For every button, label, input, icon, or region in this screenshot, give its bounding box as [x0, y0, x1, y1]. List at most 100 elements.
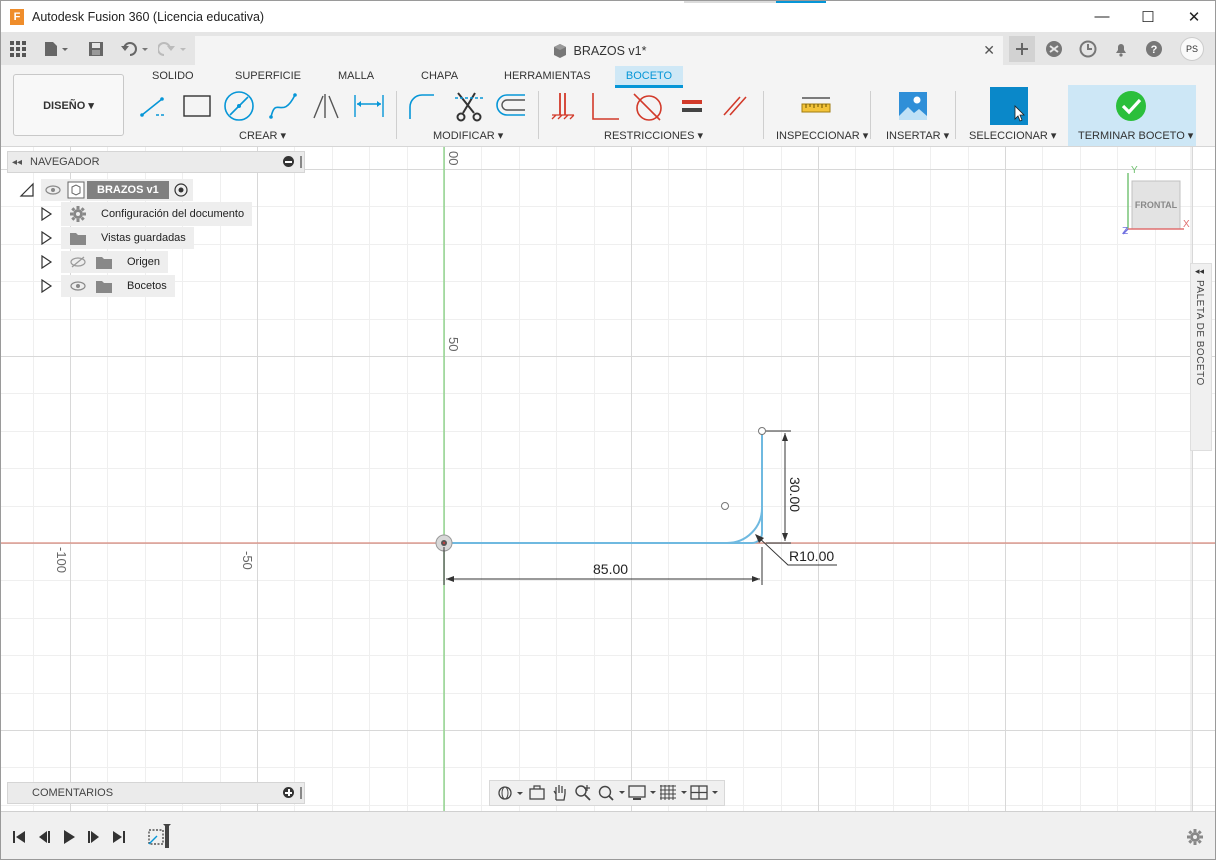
collapse-panel-icon[interactable]: ◂◂ — [12, 157, 22, 168]
finish-sketch-check-icon[interactable] — [1115, 89, 1147, 123]
dimension-horizontal[interactable]: 85.00 — [593, 561, 628, 577]
step-back-icon[interactable] — [34, 827, 54, 847]
visibility-eye-icon[interactable] — [45, 182, 61, 198]
grid-settings-icon[interactable] — [658, 783, 688, 803]
sketch-dimension-icon[interactable] — [353, 89, 385, 123]
help-icon[interactable]: ? — [1143, 38, 1165, 60]
maximize-button[interactable]: ☐ — [1125, 1, 1171, 32]
navigator-item-sketches[interactable]: Bocetos — [39, 275, 175, 297]
undo-icon[interactable] — [119, 38, 151, 60]
navigation-toolbar — [489, 780, 725, 806]
seleccionar-group-label[interactable]: SELECCIONAR ▾ — [969, 129, 1056, 142]
save-icon[interactable] — [85, 38, 107, 60]
apps-grid-icon[interactable] — [7, 38, 29, 60]
visibility-eye-icon[interactable] — [69, 278, 87, 294]
navigator-title: NAVEGADOR — [30, 156, 100, 168]
zoom-window-icon[interactable] — [596, 783, 626, 803]
tab-chapa[interactable]: CHAPA — [413, 66, 466, 88]
workspace-switcher-button[interactable]: DISEÑO ▾ — [13, 74, 124, 136]
inspeccionar-group-label[interactable]: INSPECCIONAR ▾ — [776, 129, 868, 142]
terminar-boceto-label[interactable]: TERMINAR BOCETO ▾ — [1078, 129, 1193, 142]
fillet-tool-icon[interactable] — [406, 89, 438, 123]
title-bar: F Autodesk Fusion 360 (Licencia educativ… — [1, 1, 1215, 32]
view-cube[interactable]: FRONTAL Y X Z — [1120, 165, 1196, 239]
new-tab-icon[interactable] — [1009, 36, 1035, 62]
navigator-root-label[interactable]: BRAZOS v1 — [87, 181, 169, 199]
fix-constraint-icon[interactable] — [547, 89, 579, 123]
expand-triangle-icon[interactable] — [39, 255, 53, 269]
sketch-endpoint — [758, 427, 766, 435]
minimize-button[interactable]: — — [1079, 1, 1125, 32]
navigator-root-row[interactable]: BRAZOS v1 — [19, 179, 193, 201]
tab-superficie[interactable]: SUPERFICIE — [227, 66, 309, 88]
viewports-icon[interactable] — [689, 783, 719, 803]
expand-palette-icon[interactable]: ◂◂ — [1195, 266, 1204, 277]
timeline-settings-gear-icon[interactable] — [1185, 827, 1205, 847]
sketch-palette-tab[interactable]: ◂◂ PALETA DE BOCETO — [1190, 263, 1212, 451]
timeline-sketch-feature-icon[interactable] — [145, 822, 173, 850]
axis-x-label: X — [1183, 219, 1190, 230]
user-avatar[interactable]: PS — [1180, 37, 1204, 61]
fusion-logo-icon: F — [10, 8, 24, 25]
modificar-group-label[interactable]: MODIFICAR ▾ — [433, 129, 503, 142]
redo-icon[interactable] — [157, 38, 189, 60]
play-icon[interactable] — [59, 827, 79, 847]
tab-solido[interactable]: SOLIDO — [144, 66, 202, 88]
tangent-constraint-icon[interactable] — [632, 89, 664, 123]
add-comment-icon[interactable] — [283, 787, 294, 798]
step-forward-icon[interactable] — [84, 827, 104, 847]
spline-tool-icon[interactable] — [267, 89, 299, 123]
activate-radio-icon[interactable] — [173, 182, 189, 198]
rectangle-tool-icon[interactable] — [181, 89, 213, 123]
close-tab-icon[interactable]: ✕ — [983, 42, 995, 59]
select-cursor-icon[interactable] — [990, 87, 1028, 125]
collapse-triangle-icon[interactable] — [19, 182, 35, 198]
comments-panel-header[interactable]: COMENTARIOS — [7, 782, 305, 804]
pan-hand-icon[interactable] — [549, 783, 571, 803]
dimension-radius[interactable]: R10.00 — [789, 548, 834, 564]
measure-ruler-icon[interactable] — [800, 89, 832, 123]
mirror-tool-icon[interactable] — [310, 89, 342, 123]
line-tool-icon[interactable] — [138, 89, 170, 123]
notifications-bell-icon[interactable] — [1110, 38, 1132, 60]
go-to-end-icon[interactable] — [109, 827, 129, 847]
hidden-eye-icon[interactable] — [69, 254, 87, 270]
parallel-constraint-icon[interactable] — [719, 89, 751, 123]
go-to-start-icon[interactable] — [9, 827, 29, 847]
perpendicular-constraint-icon[interactable] — [590, 89, 622, 123]
panel-grip-icon[interactable] — [300, 787, 302, 799]
window-title: Autodesk Fusion 360 (Licencia educativa) — [32, 9, 265, 24]
look-at-icon[interactable] — [526, 783, 548, 803]
tab-malla[interactable]: MALLA — [330, 66, 382, 88]
navigator-item-saved-views[interactable]: Vistas guardadas — [39, 227, 194, 249]
expand-triangle-icon[interactable] — [39, 279, 53, 293]
navigator-panel-header[interactable]: ◂◂ NAVEGADOR — [7, 151, 305, 173]
tab-herramientas[interactable]: HERRAMIENTAS — [496, 66, 599, 88]
offset-tool-icon[interactable] — [495, 89, 527, 123]
navigator-minimize-icon[interactable] — [283, 156, 294, 167]
equal-constraint-icon[interactable] — [676, 89, 708, 123]
crear-group-label[interactable]: CREAR ▾ — [239, 129, 286, 142]
extensions-icon[interactable] — [1043, 38, 1065, 60]
navigator-item-origin[interactable]: Origen — [39, 251, 169, 273]
insertar-group-label[interactable]: INSERTAR ▾ — [886, 129, 949, 142]
close-button[interactable]: ✕ — [1171, 1, 1215, 32]
view-cube-face[interactable]: FRONTAL — [1134, 200, 1178, 210]
navigator-item-document-settings[interactable]: Configuración del documento — [39, 202, 253, 226]
tab-boceto[interactable]: BOCETO — [615, 66, 683, 88]
document-tab[interactable]: BRAZOS v1* ✕ — [195, 36, 1003, 65]
job-status-icon[interactable] — [1077, 38, 1099, 60]
trim-scissors-icon[interactable] — [453, 89, 485, 123]
orbit-icon[interactable] — [495, 783, 525, 803]
circle-tool-icon[interactable] — [223, 89, 255, 123]
expand-triangle-icon[interactable] — [39, 231, 53, 245]
insert-image-icon[interactable] — [897, 89, 929, 123]
zoom-icon[interactable] — [572, 783, 594, 803]
folder-icon — [70, 233, 86, 245]
dimension-vertical[interactable]: 30.00 — [787, 477, 803, 512]
panel-grip-icon[interactable] — [300, 156, 302, 168]
file-menu-icon[interactable] — [41, 38, 71, 60]
display-settings-icon[interactable] — [627, 783, 657, 803]
restricciones-group-label[interactable]: RESTRICCIONES ▾ — [604, 129, 703, 142]
expand-triangle-icon[interactable] — [39, 207, 53, 221]
